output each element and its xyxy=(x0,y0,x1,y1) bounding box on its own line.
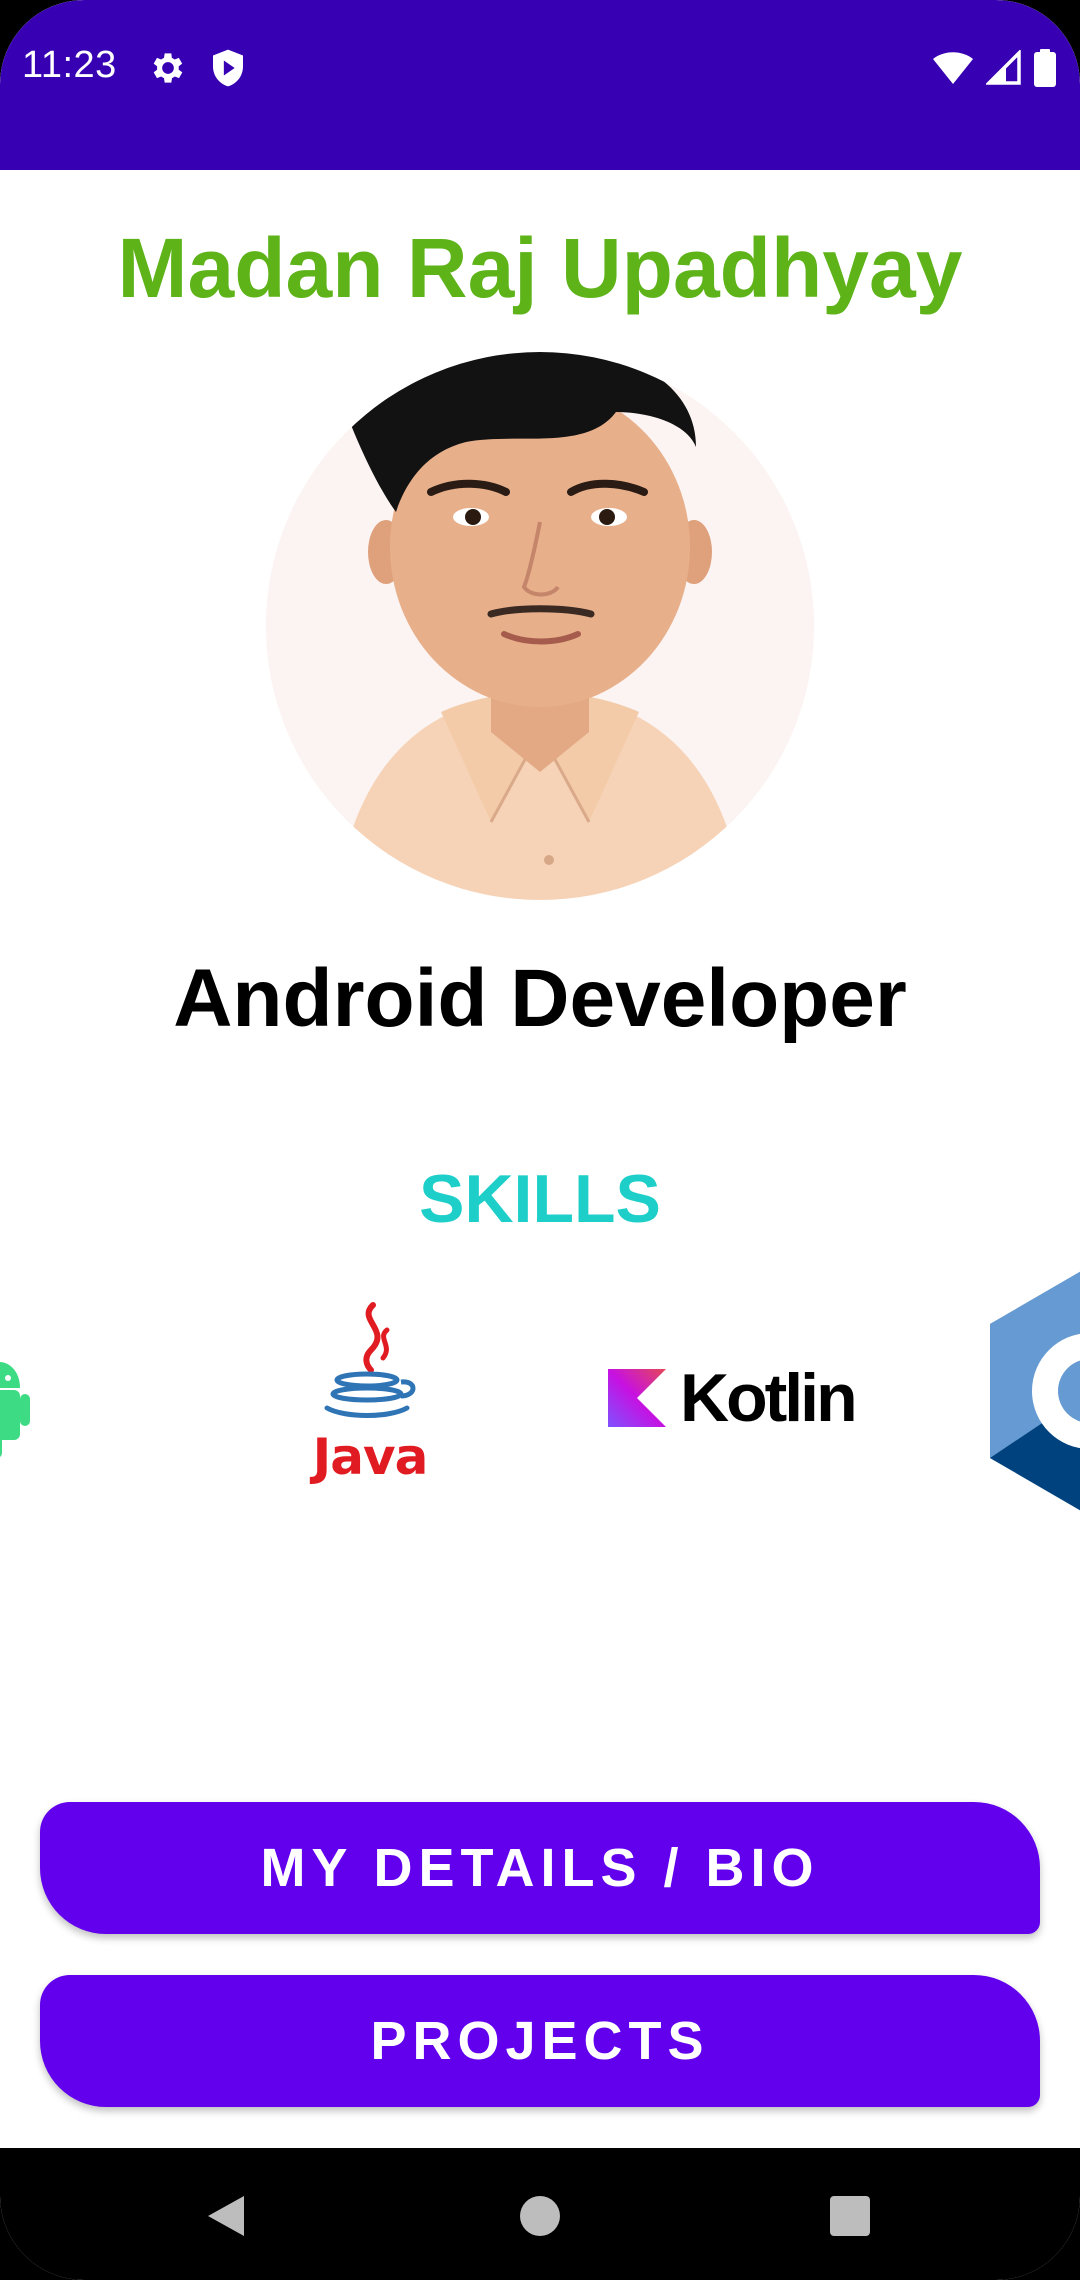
kotlin-logo: Kotlin xyxy=(608,1360,888,1440)
cpp-logo xyxy=(990,1271,1080,1511)
navigation-bar xyxy=(0,2148,1080,2280)
java-logo: Java xyxy=(305,1300,435,1490)
java-label: Java xyxy=(312,1428,429,1486)
kotlin-label: Kotlin xyxy=(680,1360,858,1436)
status-bar: 11:23 xyxy=(0,0,1080,170)
home-icon[interactable] xyxy=(520,2196,560,2236)
app-screen: 11:23 Madan Raj Upadhyay Android Develop… xyxy=(0,0,1080,2280)
skills-carousel[interactable]: Java Kotlin xyxy=(0,1270,1080,1530)
projects-button[interactable]: PROJECTS xyxy=(40,1975,1040,2107)
profile-name: Madan Raj Upadhyay xyxy=(117,221,963,315)
skills-heading: SKILLS xyxy=(419,1161,661,1237)
android-logo xyxy=(0,1362,30,1457)
my-details-button[interactable]: MY DETAILS / BIO xyxy=(40,1802,1040,1934)
kotlin-k-icon xyxy=(608,1369,666,1427)
profile-photo xyxy=(266,352,814,900)
profile-role: Android Developer xyxy=(173,953,907,1044)
status-icons xyxy=(932,48,1056,88)
avatar xyxy=(266,352,814,900)
back-icon[interactable] xyxy=(206,2194,246,2238)
java-cup-icon xyxy=(324,1302,416,1418)
signal-icon xyxy=(986,50,1021,85)
settings-icon xyxy=(153,53,183,83)
recents-icon[interactable] xyxy=(830,2196,870,2236)
battery-icon xyxy=(1034,49,1056,87)
status-time: 11:23 xyxy=(22,44,117,86)
wifi-icon xyxy=(933,52,973,84)
shield-play-icon xyxy=(213,49,243,87)
